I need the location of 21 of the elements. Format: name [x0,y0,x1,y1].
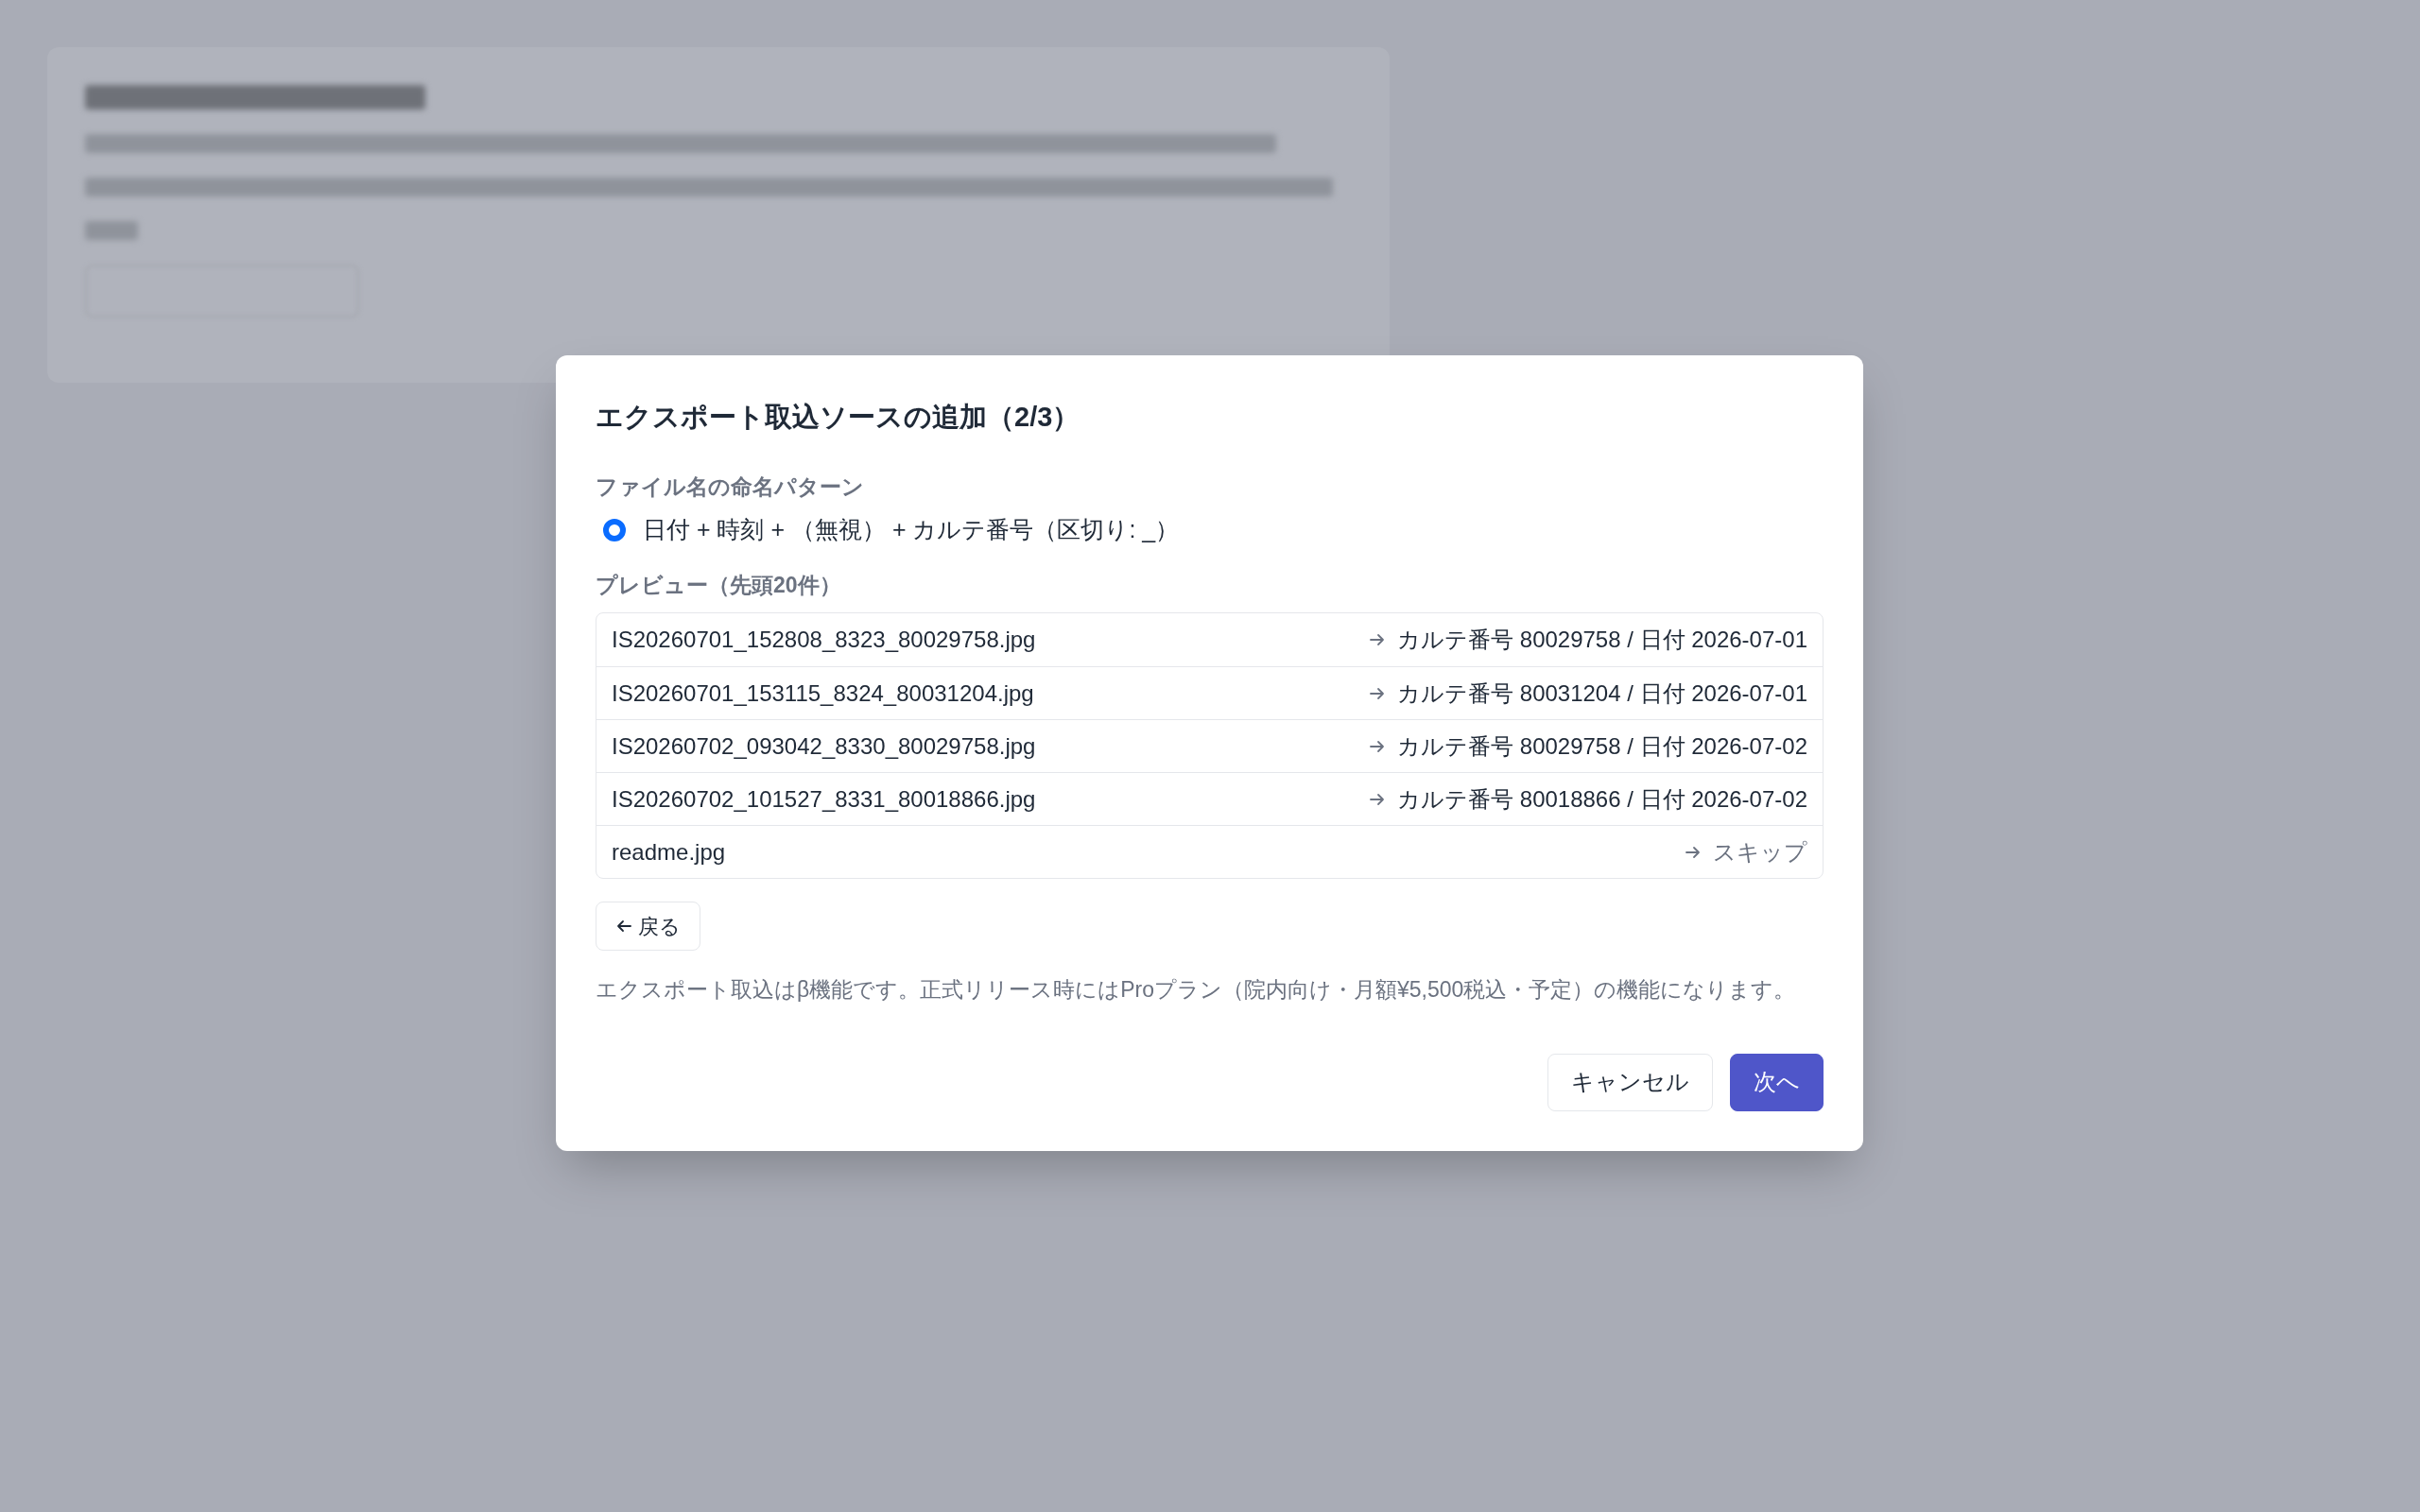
file-name: IS20260701_152808_8323_80029758.jpg [612,626,1036,654]
field-label: ファイル名の命名パターン [596,472,865,501]
parse-result: カルテ番号 80029758 / 日付 2026-07-01 [1397,626,1807,654]
skip-status: スキップ [1713,837,1807,867]
parse-result: カルテ番号 80018866 / 日付 2026-07-02 [1397,784,1807,814]
radio-button[interactable] [603,518,626,541]
parse-result: カルテ番号 80029758 / 日付 2026-07-02 [1397,731,1807,761]
dialog-title: エクスポート取込ソースの追加（2/3） [596,401,1081,434]
cancel-button[interactable]: キャンセル [1547,1053,1713,1111]
file-name: IS20260701_153115_8324_80031204.jpg [612,679,1034,708]
next-button[interactable]: 次へ [1730,1053,1824,1111]
beta-note: エクスポート取込はβ機能です。正式リリース時にはProプラン（院内向け・月額¥5,500税込・予定）の機能になります。 [596,976,1797,1004]
field-label: プレビュー（先頭20件） [596,571,842,599]
file-name: IS20260702_101527_8331_80018866.jpg [612,784,1036,814]
arrow-icon [1369,631,1387,648]
back-button[interactable]: 戻る [596,902,700,951]
radio-label: 日付 + 時刻 + （無視） + カルテ番号（区切り: _） [643,515,1180,544]
file-name: readme.jpg [612,837,726,867]
parse-result: カルテ番号 80031204 / 日付 2026-07-01 [1397,679,1807,708]
file-name: IS20260702_093042_8330_80029758.jpg [612,731,1036,761]
arrow-icon [615,918,632,935]
